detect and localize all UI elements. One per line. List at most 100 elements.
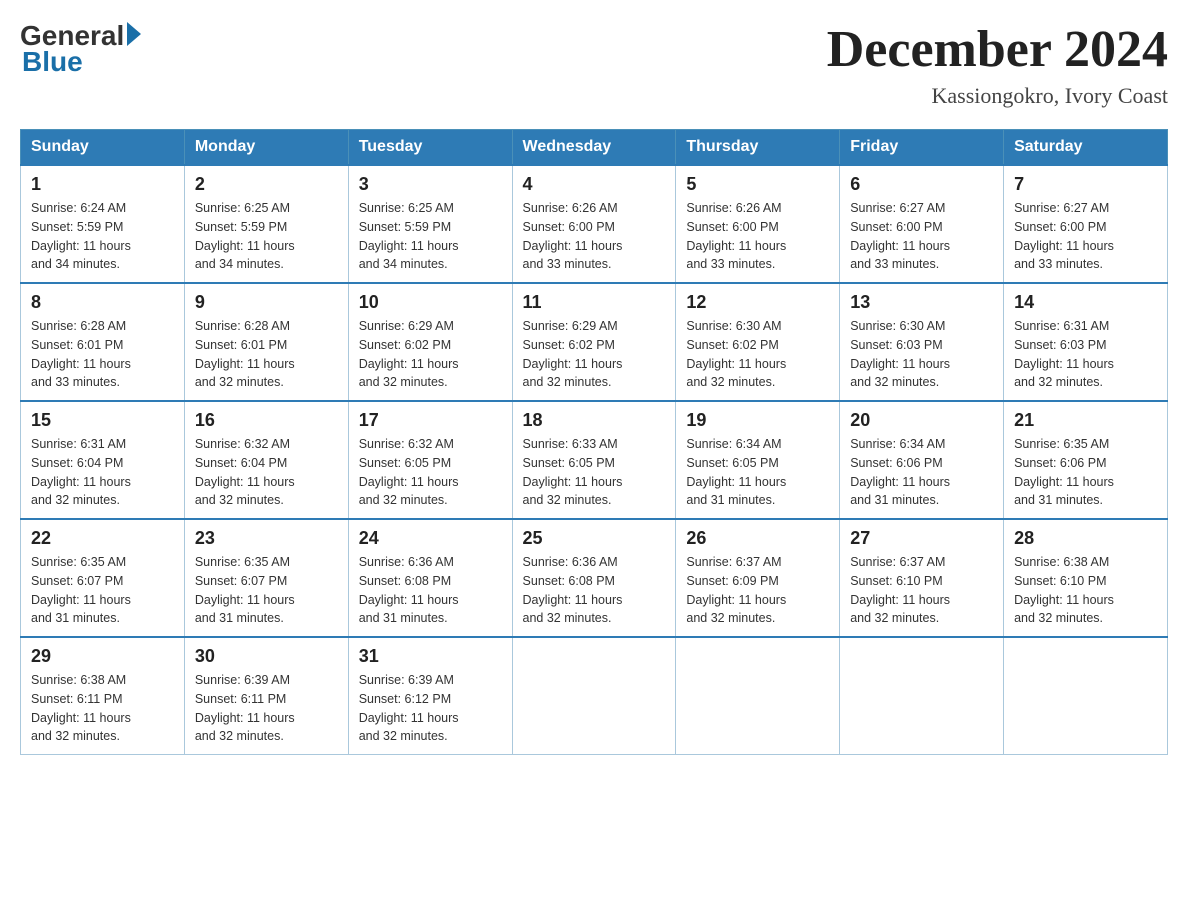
day-number: 22 — [31, 528, 174, 549]
day-number: 23 — [195, 528, 338, 549]
day-info: Sunrise: 6:33 AM Sunset: 6:05 PM Dayligh… — [523, 435, 666, 510]
table-row: 24 Sunrise: 6:36 AM Sunset: 6:08 PM Dayl… — [348, 519, 512, 637]
day-info: Sunrise: 6:35 AM Sunset: 6:07 PM Dayligh… — [31, 553, 174, 628]
day-number: 26 — [686, 528, 829, 549]
day-number: 10 — [359, 292, 502, 313]
day-info: Sunrise: 6:30 AM Sunset: 6:03 PM Dayligh… — [850, 317, 993, 392]
table-row: 6 Sunrise: 6:27 AM Sunset: 6:00 PM Dayli… — [840, 165, 1004, 283]
table-row: 10 Sunrise: 6:29 AM Sunset: 6:02 PM Dayl… — [348, 283, 512, 401]
day-number: 8 — [31, 292, 174, 313]
calendar-table: Sunday Monday Tuesday Wednesday Thursday… — [20, 129, 1168, 755]
day-info: Sunrise: 6:27 AM Sunset: 6:00 PM Dayligh… — [850, 199, 993, 274]
day-number: 29 — [31, 646, 174, 667]
day-number: 18 — [523, 410, 666, 431]
day-number: 24 — [359, 528, 502, 549]
day-info: Sunrise: 6:35 AM Sunset: 6:06 PM Dayligh… — [1014, 435, 1157, 510]
table-row: 31 Sunrise: 6:39 AM Sunset: 6:12 PM Dayl… — [348, 637, 512, 755]
table-row: 28 Sunrise: 6:38 AM Sunset: 6:10 PM Dayl… — [1004, 519, 1168, 637]
day-number: 4 — [523, 174, 666, 195]
table-row: 12 Sunrise: 6:30 AM Sunset: 6:02 PM Dayl… — [676, 283, 840, 401]
table-row: 16 Sunrise: 6:32 AM Sunset: 6:04 PM Dayl… — [184, 401, 348, 519]
table-row: 3 Sunrise: 6:25 AM Sunset: 5:59 PM Dayli… — [348, 165, 512, 283]
week-row-5: 29 Sunrise: 6:38 AM Sunset: 6:11 PM Dayl… — [21, 637, 1168, 755]
day-number: 16 — [195, 410, 338, 431]
week-row-3: 15 Sunrise: 6:31 AM Sunset: 6:04 PM Dayl… — [21, 401, 1168, 519]
day-info: Sunrise: 6:26 AM Sunset: 6:00 PM Dayligh… — [686, 199, 829, 274]
logo-arrow-icon — [127, 22, 141, 46]
day-info: Sunrise: 6:28 AM Sunset: 6:01 PM Dayligh… — [195, 317, 338, 392]
table-row: 27 Sunrise: 6:37 AM Sunset: 6:10 PM Dayl… — [840, 519, 1004, 637]
week-row-1: 1 Sunrise: 6:24 AM Sunset: 5:59 PM Dayli… — [21, 165, 1168, 283]
day-number: 2 — [195, 174, 338, 195]
day-info: Sunrise: 6:28 AM Sunset: 6:01 PM Dayligh… — [31, 317, 174, 392]
day-info: Sunrise: 6:37 AM Sunset: 6:10 PM Dayligh… — [850, 553, 993, 628]
day-number: 30 — [195, 646, 338, 667]
page-title: December 2024 — [827, 20, 1168, 79]
col-tuesday: Tuesday — [348, 130, 512, 166]
table-row: 14 Sunrise: 6:31 AM Sunset: 6:03 PM Dayl… — [1004, 283, 1168, 401]
title-section: December 2024 Kassiongokro, Ivory Coast — [827, 20, 1168, 109]
day-info: Sunrise: 6:36 AM Sunset: 6:08 PM Dayligh… — [359, 553, 502, 628]
table-row: 8 Sunrise: 6:28 AM Sunset: 6:01 PM Dayli… — [21, 283, 185, 401]
table-row: 23 Sunrise: 6:35 AM Sunset: 6:07 PM Dayl… — [184, 519, 348, 637]
day-number: 11 — [523, 292, 666, 313]
day-number: 19 — [686, 410, 829, 431]
table-row: 30 Sunrise: 6:39 AM Sunset: 6:11 PM Dayl… — [184, 637, 348, 755]
col-thursday: Thursday — [676, 130, 840, 166]
table-row: 26 Sunrise: 6:37 AM Sunset: 6:09 PM Dayl… — [676, 519, 840, 637]
day-number: 15 — [31, 410, 174, 431]
day-number: 21 — [1014, 410, 1157, 431]
logo-blue-row: Blue — [22, 46, 83, 78]
day-info: Sunrise: 6:34 AM Sunset: 6:05 PM Dayligh… — [686, 435, 829, 510]
day-info: Sunrise: 6:32 AM Sunset: 6:05 PM Dayligh… — [359, 435, 502, 510]
week-row-2: 8 Sunrise: 6:28 AM Sunset: 6:01 PM Dayli… — [21, 283, 1168, 401]
day-number: 6 — [850, 174, 993, 195]
col-friday: Friday — [840, 130, 1004, 166]
day-info: Sunrise: 6:29 AM Sunset: 6:02 PM Dayligh… — [359, 317, 502, 392]
day-info: Sunrise: 6:24 AM Sunset: 5:59 PM Dayligh… — [31, 199, 174, 274]
table-row: 4 Sunrise: 6:26 AM Sunset: 6:00 PM Dayli… — [512, 165, 676, 283]
day-number: 25 — [523, 528, 666, 549]
day-info: Sunrise: 6:26 AM Sunset: 6:00 PM Dayligh… — [523, 199, 666, 274]
day-info: Sunrise: 6:31 AM Sunset: 6:03 PM Dayligh… — [1014, 317, 1157, 392]
day-number: 17 — [359, 410, 502, 431]
day-info: Sunrise: 6:31 AM Sunset: 6:04 PM Dayligh… — [31, 435, 174, 510]
day-number: 1 — [31, 174, 174, 195]
day-info: Sunrise: 6:39 AM Sunset: 6:11 PM Dayligh… — [195, 671, 338, 746]
table-row — [1004, 637, 1168, 755]
day-info: Sunrise: 6:29 AM Sunset: 6:02 PM Dayligh… — [523, 317, 666, 392]
table-row: 18 Sunrise: 6:33 AM Sunset: 6:05 PM Dayl… — [512, 401, 676, 519]
table-row: 17 Sunrise: 6:32 AM Sunset: 6:05 PM Dayl… — [348, 401, 512, 519]
day-info: Sunrise: 6:39 AM Sunset: 6:12 PM Dayligh… — [359, 671, 502, 746]
logo-blue-label: Blue — [22, 46, 83, 78]
day-info: Sunrise: 6:34 AM Sunset: 6:06 PM Dayligh… — [850, 435, 993, 510]
table-row — [676, 637, 840, 755]
week-row-4: 22 Sunrise: 6:35 AM Sunset: 6:07 PM Dayl… — [21, 519, 1168, 637]
table-row — [840, 637, 1004, 755]
day-number: 31 — [359, 646, 502, 667]
table-row: 5 Sunrise: 6:26 AM Sunset: 6:00 PM Dayli… — [676, 165, 840, 283]
day-number: 12 — [686, 292, 829, 313]
day-info: Sunrise: 6:35 AM Sunset: 6:07 PM Dayligh… — [195, 553, 338, 628]
day-number: 9 — [195, 292, 338, 313]
table-row: 11 Sunrise: 6:29 AM Sunset: 6:02 PM Dayl… — [512, 283, 676, 401]
table-row: 21 Sunrise: 6:35 AM Sunset: 6:06 PM Dayl… — [1004, 401, 1168, 519]
table-row — [512, 637, 676, 755]
table-row: 9 Sunrise: 6:28 AM Sunset: 6:01 PM Dayli… — [184, 283, 348, 401]
table-row: 2 Sunrise: 6:25 AM Sunset: 5:59 PM Dayli… — [184, 165, 348, 283]
table-row: 1 Sunrise: 6:24 AM Sunset: 5:59 PM Dayli… — [21, 165, 185, 283]
col-sunday: Sunday — [21, 130, 185, 166]
table-row: 22 Sunrise: 6:35 AM Sunset: 6:07 PM Dayl… — [21, 519, 185, 637]
table-row: 29 Sunrise: 6:38 AM Sunset: 6:11 PM Dayl… — [21, 637, 185, 755]
table-row: 25 Sunrise: 6:36 AM Sunset: 6:08 PM Dayl… — [512, 519, 676, 637]
day-number: 20 — [850, 410, 993, 431]
table-row: 19 Sunrise: 6:34 AM Sunset: 6:05 PM Dayl… — [676, 401, 840, 519]
day-info: Sunrise: 6:38 AM Sunset: 6:11 PM Dayligh… — [31, 671, 174, 746]
day-info: Sunrise: 6:38 AM Sunset: 6:10 PM Dayligh… — [1014, 553, 1157, 628]
day-number: 5 — [686, 174, 829, 195]
day-number: 7 — [1014, 174, 1157, 195]
col-monday: Monday — [184, 130, 348, 166]
table-row: 7 Sunrise: 6:27 AM Sunset: 6:00 PM Dayli… — [1004, 165, 1168, 283]
page-subtitle: Kassiongokro, Ivory Coast — [827, 83, 1168, 109]
day-info: Sunrise: 6:30 AM Sunset: 6:02 PM Dayligh… — [686, 317, 829, 392]
